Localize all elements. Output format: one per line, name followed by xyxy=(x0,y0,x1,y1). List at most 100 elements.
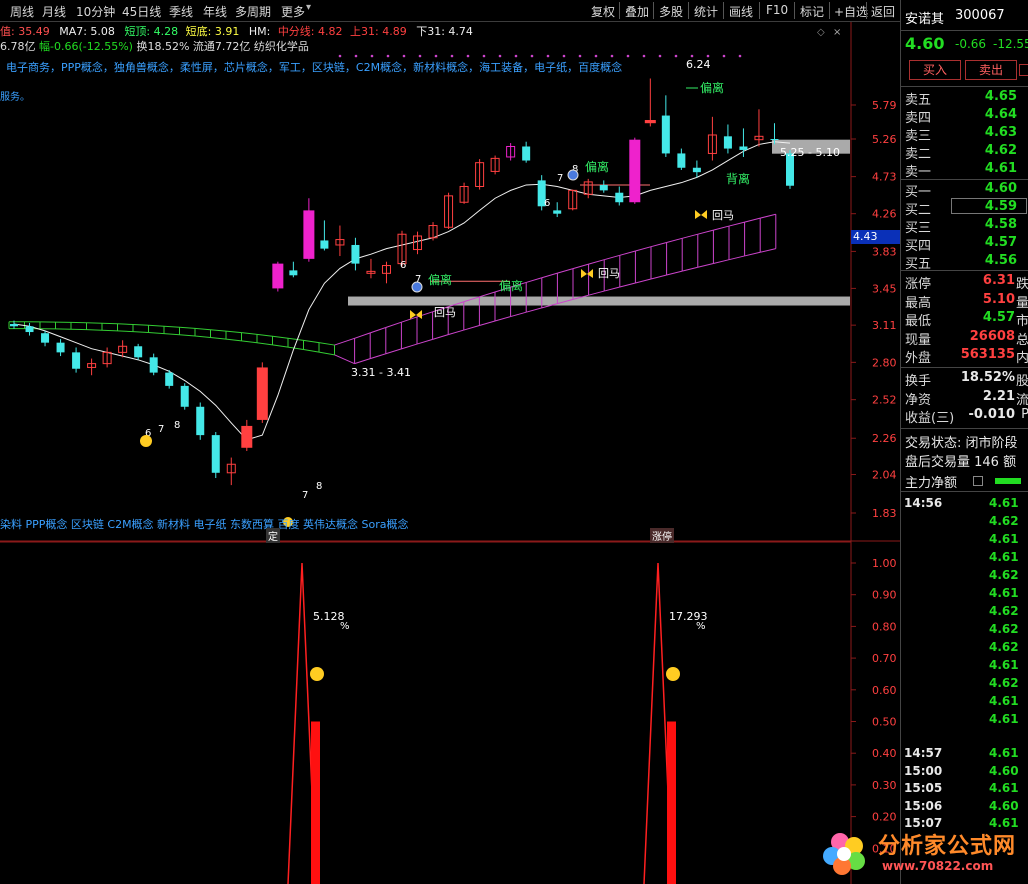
stat-row[interactable]: 涨停 6.31 跌 xyxy=(901,273,1028,292)
tick-time: 14:57 xyxy=(904,746,943,760)
bid-row[interactable]: 买五 4.56 xyxy=(901,253,1028,272)
trade-status: 交易状态: 闭市阶段 xyxy=(905,436,1018,451)
signal-bar xyxy=(667,721,676,884)
axis-label: 3.11 xyxy=(872,319,897,332)
dot-marker xyxy=(722,54,726,58)
divider xyxy=(901,428,1028,429)
sub-axis-label: 0.60 xyxy=(872,684,897,697)
candle-body xyxy=(41,333,50,343)
cloud-edge xyxy=(241,340,258,344)
sub-axis-label: 0.70 xyxy=(872,652,897,665)
stat-row-suffix: 内 xyxy=(1015,351,1028,366)
axis-label: 3.83 xyxy=(872,245,897,258)
cloud-edge xyxy=(179,334,196,337)
divergence-label: 背离 xyxy=(726,171,750,186)
cloud-edge xyxy=(604,286,620,292)
cloud-edge xyxy=(318,351,335,356)
cloud-edge xyxy=(117,330,134,333)
stat-row[interactable]: 现量 26608 总 xyxy=(901,329,1028,348)
bid-row[interactable]: 买四 4.57 xyxy=(901,235,1028,254)
tick-row: 4.62 xyxy=(901,640,1028,658)
dot-marker xyxy=(658,54,662,58)
stat-row[interactable]: 净资 2.21 流 xyxy=(901,389,1028,408)
candle-body xyxy=(615,192,624,203)
sell-button[interactable]: 卖出 xyxy=(965,60,1017,80)
cloud-edge xyxy=(526,277,542,283)
cloud-edge xyxy=(303,348,320,353)
ask-row[interactable]: 卖一 4.61 xyxy=(901,161,1028,180)
tick-price: 4.60 xyxy=(989,798,1019,813)
cloud-edge xyxy=(760,248,776,253)
bid-row-label: 买二 xyxy=(905,203,932,218)
cloud-edge xyxy=(760,213,776,219)
kline-chart[interactable]: 偏离偏离偏离 偏离背离回马回马回马6.245.25 - 5.103.31 - 3.… xyxy=(0,0,900,884)
cloud-edge xyxy=(354,358,371,365)
globe-icon xyxy=(411,281,423,293)
candle-body xyxy=(56,342,65,353)
tick-price: 4.61 xyxy=(989,694,1019,708)
panel-toggle-icon[interactable] xyxy=(1019,64,1028,76)
cloud-edge xyxy=(163,325,180,328)
ask-row[interactable]: 卖三 4.63 xyxy=(901,125,1028,144)
divider xyxy=(901,179,1028,180)
main-flow-icon[interactable] xyxy=(973,476,983,486)
ask-row[interactable]: 卖五 4.65 xyxy=(901,89,1028,108)
dot-marker xyxy=(578,54,582,58)
ask-row-label: 卖五 xyxy=(905,93,932,108)
smiley-icon xyxy=(310,667,324,681)
cloud-edge xyxy=(713,259,730,264)
bid-row[interactable]: 买一 4.60 xyxy=(901,181,1028,200)
dot-marker xyxy=(674,54,678,58)
stat-row[interactable]: 收益(三) -0.010 P xyxy=(901,407,1028,426)
stat-row[interactable]: 外盘 563135 内 xyxy=(901,347,1028,366)
bid-row[interactable]: 买三 4.58 xyxy=(901,217,1028,236)
cloud-edge xyxy=(334,337,355,346)
deviation-label: 偏离 xyxy=(700,80,724,95)
dot-marker xyxy=(610,54,614,58)
flower-logo-icon xyxy=(823,833,865,875)
cloud-edge xyxy=(588,290,605,296)
bid-row-label: 买四 xyxy=(905,239,932,254)
ask-row[interactable]: 卖二 4.62 xyxy=(901,143,1028,162)
dot-marker xyxy=(562,54,566,58)
cloud-edge xyxy=(635,246,652,252)
price-change-pct: -12.55 xyxy=(993,37,1028,51)
sub-axis-label: 1.00 xyxy=(872,557,897,570)
cloud-edge xyxy=(354,332,371,339)
last-price: 4.60 xyxy=(905,34,945,53)
tick-row: 4.62 xyxy=(901,676,1028,694)
dot-marker xyxy=(482,54,486,58)
dot-marker xyxy=(354,54,358,58)
cloud-edge xyxy=(225,338,242,342)
stat-row-value: 6.31 xyxy=(982,273,1015,288)
cloud-edge xyxy=(148,332,165,335)
tick-row: 4.61 xyxy=(901,550,1028,568)
sub-axis-label: 0.80 xyxy=(872,620,897,633)
candle-body xyxy=(272,263,284,289)
smiley-icon xyxy=(140,435,152,447)
cloud-edge xyxy=(370,353,386,360)
candle-body xyxy=(165,372,174,386)
buy-button[interactable]: 买入 xyxy=(909,60,961,80)
cloud-edge xyxy=(494,316,511,322)
candle-body xyxy=(211,435,220,473)
ask-row[interactable]: 卖四 4.64 xyxy=(901,107,1028,126)
cloud-edge xyxy=(210,337,227,340)
stat-row[interactable]: 最低 4.57 市 xyxy=(901,310,1028,329)
tick-price: 4.60 xyxy=(989,763,1019,778)
candle-body xyxy=(289,270,298,276)
ask-row-value: 4.65 xyxy=(984,89,1017,104)
stat-row-label: 外盘 xyxy=(905,351,932,366)
stat-row[interactable]: 最高 5.10 量 xyxy=(901,292,1028,311)
cloud-edge xyxy=(272,344,289,348)
cloud-edge xyxy=(588,259,605,265)
stat-row[interactable]: 换手 18.52% 股 xyxy=(901,370,1028,389)
dot-marker xyxy=(594,54,598,58)
stat-row-label: 净资 xyxy=(905,392,932,408)
stat-row-label: 收益(三) xyxy=(905,411,955,426)
cloud-edge xyxy=(117,323,134,325)
watermark-url: www.70822.com xyxy=(882,859,994,873)
tick-row: 4.62 xyxy=(901,514,1028,532)
cloud-edge xyxy=(334,354,355,365)
main-flow-bar xyxy=(995,478,1021,484)
